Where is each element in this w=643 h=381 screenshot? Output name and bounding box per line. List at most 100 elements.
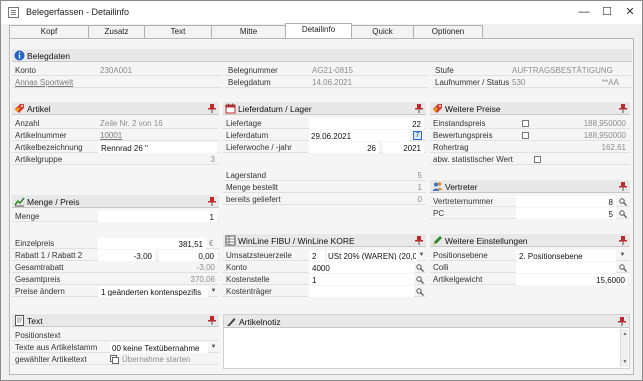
search-icon[interactable]: [416, 288, 424, 296]
colli-input[interactable]: [516, 262, 616, 273]
close-button[interactable]: ✕: [620, 4, 640, 20]
copy-icon[interactable]: [110, 355, 119, 364]
artikelbezeichnung-row: Artikelbezeichnung Rennrad 26 ": [12, 142, 219, 153]
lieferjahr-input[interactable]: 2021: [383, 142, 424, 153]
maximize-button[interactable]: ☐: [597, 4, 617, 20]
chevron-down-icon[interactable]: ▼: [418, 252, 425, 259]
liefertage-input[interactable]: 22: [309, 118, 424, 129]
menge-input[interactable]: 1: [98, 211, 217, 222]
belegdaten-title: Belegdaten: [27, 51, 71, 61]
preise-aendern-row: Preise ändern 1 geänderten kontenspezifi…: [12, 286, 219, 297]
umsatzsteuer-nr-input[interactable]: 2: [309, 250, 325, 261]
pin-icon[interactable]: [619, 236, 627, 245]
stufe-label: Stufe: [435, 66, 454, 75]
tab-kopf[interactable]: Kopf: [9, 25, 89, 38]
bewertungspreis-checkbox[interactable]: [522, 132, 529, 139]
texte-artikelstamm-select[interactable]: 00 keine Textübernahme: [110, 342, 208, 353]
pin-icon[interactable]: [619, 104, 627, 113]
artikelbezeichnung-input[interactable]: Rennrad 26 ": [98, 142, 217, 153]
artikelnummer-link[interactable]: 10001: [100, 130, 122, 141]
status-value: **AA: [602, 78, 619, 87]
tab-zusatz[interactable]: Zusatz: [88, 25, 145, 38]
konto-value: 230A001: [100, 66, 133, 75]
pin-icon[interactable]: [415, 104, 423, 113]
abw-wert-checkbox[interactable]: [534, 156, 541, 163]
pen-icon: [227, 318, 236, 326]
pin-icon[interactable]: [415, 236, 423, 245]
rabatt2-input[interactable]: 0,00: [159, 250, 217, 261]
search-icon[interactable]: [619, 198, 627, 206]
pin-icon[interactable]: [208, 197, 216, 206]
belegdatum-label: Belegdatum: [228, 78, 271, 87]
search-icon[interactable]: [619, 210, 627, 218]
notiz-scrollbar[interactable]: ▲ ▼: [620, 329, 628, 367]
chevron-down-icon[interactable]: ▼: [619, 252, 626, 259]
menge-row: Menge 1: [12, 211, 219, 222]
window: Belegerfassen - Detailinfo — ☐ ✕ Kopf Zu…: [0, 0, 643, 381]
document-icon: [15, 315, 24, 326]
chevron-down-icon[interactable]: ▼: [210, 288, 217, 295]
date-picker-button[interactable]: 7: [413, 131, 422, 140]
gesamtpreis-row: Gesamtpreis 370,06: [12, 274, 219, 285]
artikel-title: Artikel: [27, 104, 51, 114]
lieferwoche-input[interactable]: 26: [309, 142, 379, 153]
einzelpreis-input[interactable]: 381,51: [98, 238, 206, 249]
anzahl-value: Zeile Nr. 2 von 16: [100, 119, 163, 128]
tab-optionen[interactable]: Optionen: [413, 25, 483, 38]
tab-mitte[interactable]: Mitte: [211, 25, 286, 38]
positionsebene-select[interactable]: 2. Positionsebene: [516, 250, 616, 261]
bewertungspreis-value: 188,950000: [583, 131, 626, 140]
stufe-row: Stufe AUFTRAGSBESTÄTIGUNG: [432, 65, 632, 76]
tab-detailinfo[interactable]: Detailinfo: [285, 23, 352, 38]
currency-symbol: €: [209, 239, 214, 248]
fibu-header: WinLine FIBU / WinLine KORE: [223, 234, 426, 247]
chevron-down-icon[interactable]: ▼: [210, 344, 217, 351]
umsatzsteuer-select[interactable]: USt 20% (WAREN) (20,0: [327, 250, 417, 261]
search-icon[interactable]: [416, 276, 424, 284]
lagerstand-value: 5: [417, 171, 422, 180]
artikelgewicht-input[interactable]: 15,6000: [516, 274, 628, 285]
rabatt1-input[interactable]: -3,00: [98, 250, 155, 261]
artikelgewicht-row: Artikelgewicht 15,6000: [430, 274, 630, 285]
artikelnotiz-textarea[interactable]: [225, 329, 619, 367]
belegdaten-panel: Belegdaten Konto 230A001 Annas Sportwelt…: [12, 49, 632, 92]
text-panel: Text Positionstext Texte aus Artikelstam…: [12, 314, 219, 369]
vertreternummer-input[interactable]: 8: [516, 196, 616, 207]
scroll-down-icon[interactable]: ▼: [622, 359, 628, 365]
menge-preis-header: Menge / Preis: [12, 195, 219, 208]
preise-aendern-select[interactable]: 1 geänderten kontenspezifis: [98, 286, 208, 297]
tab-text[interactable]: Text: [144, 25, 212, 38]
konto-fibu-label: Konto: [226, 263, 247, 272]
pin-icon[interactable]: [619, 182, 627, 191]
anzahl-label: Anzahl: [15, 119, 40, 128]
pin-icon[interactable]: [208, 104, 216, 113]
konto-label: Konto: [15, 66, 36, 75]
pin-icon[interactable]: [618, 317, 626, 326]
search-icon[interactable]: [416, 264, 424, 272]
tab-quick[interactable]: Quick: [351, 25, 414, 38]
lieferwoche-label: Lieferwoche / -jahr: [226, 143, 292, 152]
weitere-preise-header: Weitere Preise: [430, 102, 630, 115]
search-icon[interactable]: [619, 264, 627, 272]
pc-input[interactable]: 5: [516, 208, 616, 219]
uebernahme-starten-button[interactable]: Übernahme starten: [122, 354, 190, 365]
minimize-button[interactable]: —: [574, 4, 594, 20]
weitere-preise-title: Weitere Preise: [445, 104, 501, 114]
einstandspreis-checkbox[interactable]: [522, 120, 529, 127]
lieferdatum-input[interactable]: 29.06.2021: [309, 130, 409, 141]
text-title: Text: [27, 316, 43, 326]
positionsebene-label: Positionsebene: [433, 251, 488, 260]
laufnummer-row: Laufnummer / Status 530 **AA: [432, 77, 632, 88]
pin-icon[interactable]: [208, 316, 216, 325]
kostenstelle-input[interactable]: 1: [309, 274, 414, 285]
tab-bar: Kopf Zusatz Text Mitte Detailinfo Quick …: [9, 23, 634, 38]
kostentraeger-input[interactable]: [309, 286, 414, 297]
menge-bestellt-row: Menge bestellt 1: [223, 182, 426, 193]
belegdatum-value: 14.06.2021: [312, 78, 353, 87]
kostentraeger-label: Kostenträger: [226, 287, 272, 296]
konto-fibu-input[interactable]: 4000: [309, 262, 414, 273]
positionstext-row: Positionstext: [12, 330, 219, 341]
texte-artikelstamm-row: Texte aus Artikelstamm 00 keine Textüber…: [12, 342, 219, 353]
scroll-up-icon[interactable]: ▲: [622, 331, 628, 337]
kunde-link[interactable]: Annas Sportwelt: [15, 78, 73, 87]
